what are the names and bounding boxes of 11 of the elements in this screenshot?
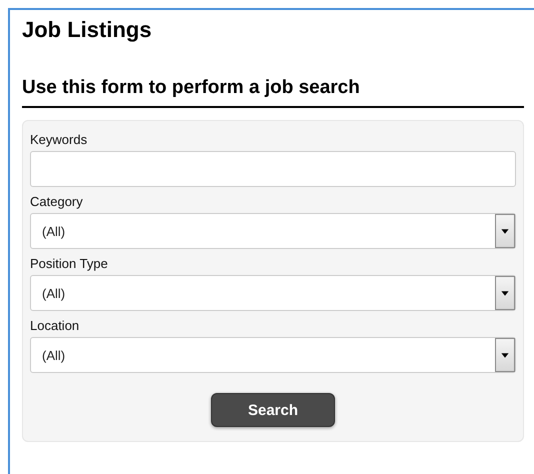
search-button[interactable]: Search: [211, 393, 335, 427]
field-label: Keywords: [30, 131, 88, 149]
dropdown-select[interactable]: (All): [30, 213, 516, 249]
keywords-input[interactable]: [30, 151, 516, 187]
dropdown-select[interactable]: (All): [30, 337, 516, 373]
field-label: Position Type: [30, 255, 108, 273]
field-label: Location: [30, 317, 80, 335]
field-label: Category: [30, 193, 83, 211]
page-title: Job Listings: [22, 16, 152, 44]
dropdown-select[interactable]: (All): [30, 275, 516, 311]
form-heading: Use this form to perform a job search: [22, 76, 360, 100]
